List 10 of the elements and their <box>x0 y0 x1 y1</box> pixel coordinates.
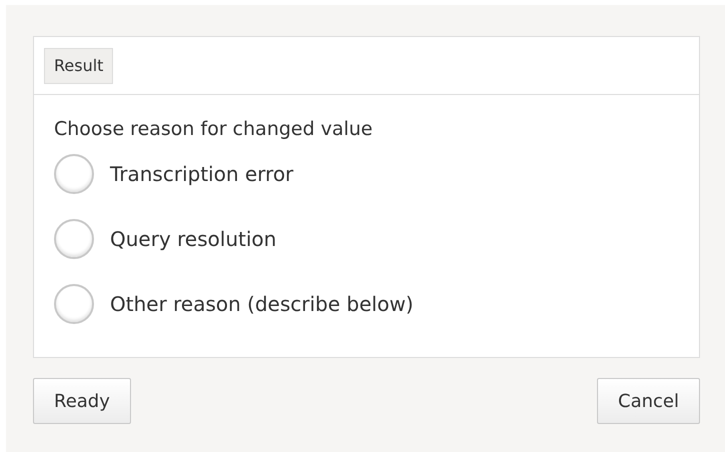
option-label: Transcription error <box>110 160 294 188</box>
option-label: Other reason (describe below) <box>110 290 414 318</box>
radio-button[interactable] <box>54 284 94 324</box>
radio-button[interactable] <box>54 154 94 194</box>
ready-button[interactable]: Ready <box>33 378 131 424</box>
option-label: Query resolution <box>110 226 276 252</box>
prompt-text: Choose reason for changed value <box>54 117 374 142</box>
radio-button[interactable] <box>54 218 94 258</box>
result-tag: Result <box>44 48 114 84</box>
cancel-button[interactable]: Cancel <box>597 378 700 424</box>
